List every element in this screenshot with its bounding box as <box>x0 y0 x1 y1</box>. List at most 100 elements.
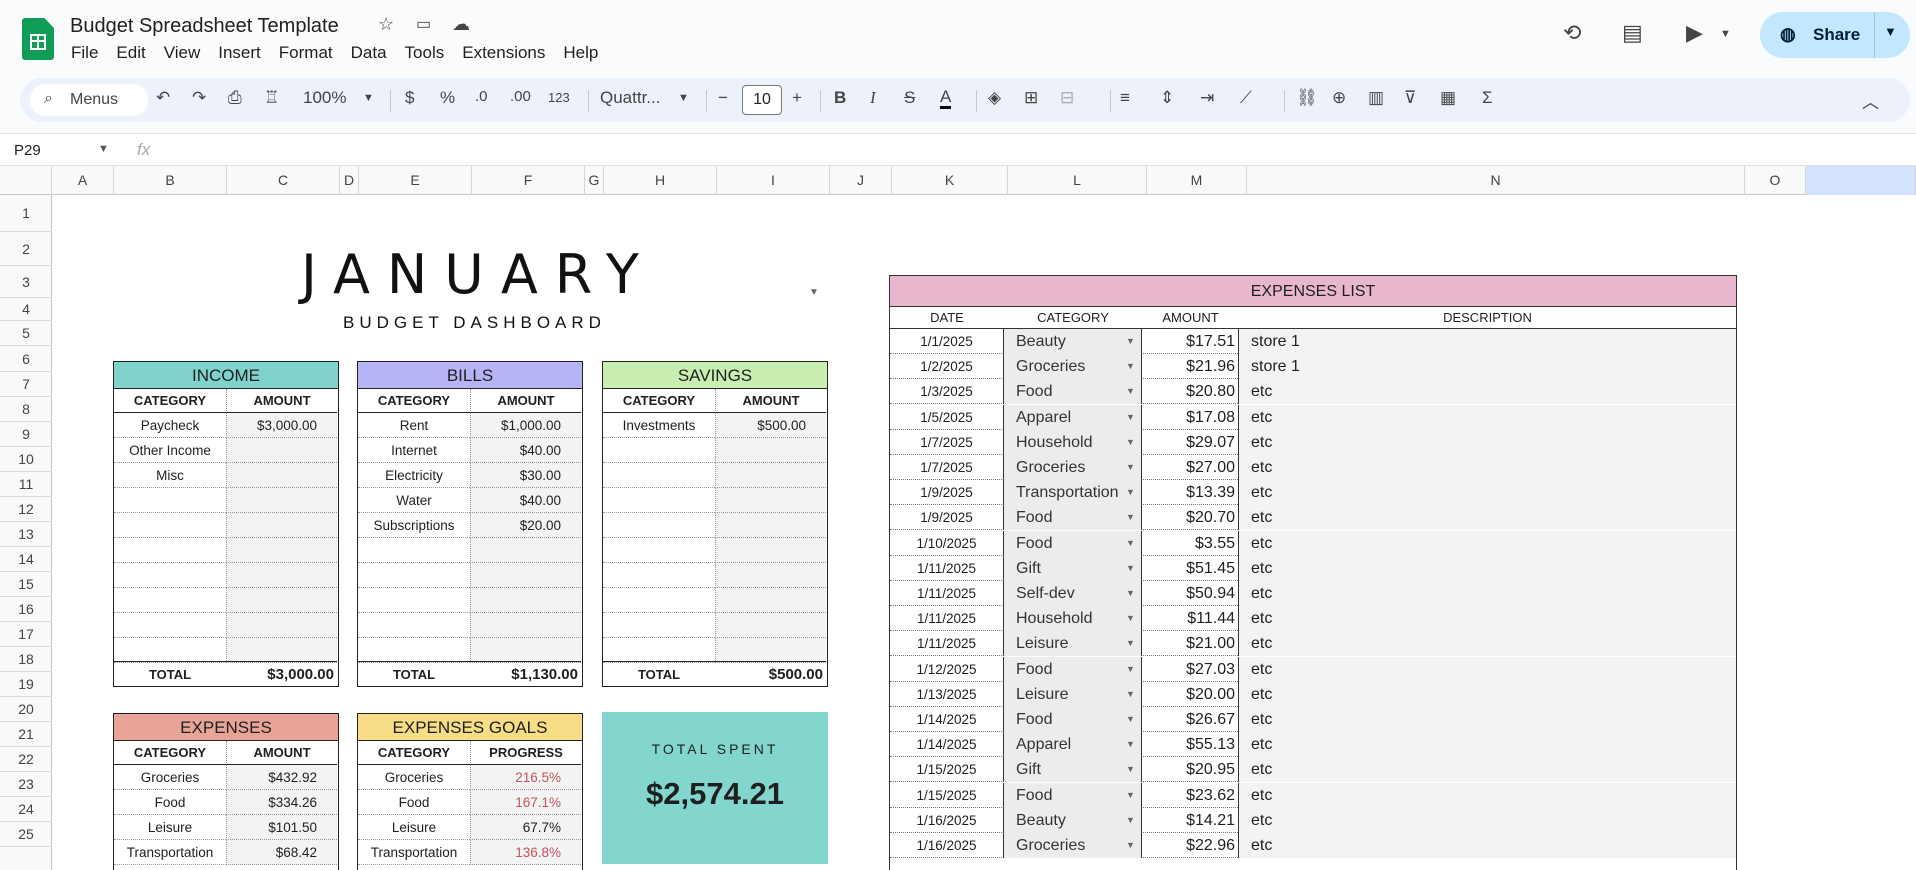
share-dropdown-icon[interactable]: ▼ <box>1884 24 1897 39</box>
expense-date[interactable]: 1/12/2025 <box>890 656 1004 682</box>
row-header-10[interactable]: 10 <box>0 447 52 472</box>
expense-amount[interactable]: $27.03 <box>1142 656 1239 682</box>
redo-icon[interactable]: ↷ <box>192 88 206 108</box>
menu-extensions[interactable]: Extensions <box>453 43 554 63</box>
expense-date[interactable]: 1/11/2025 <box>890 555 1004 581</box>
chevron-down-icon[interactable]: ▼ <box>1126 732 1138 757</box>
column-header-k[interactable]: K <box>892 166 1008 195</box>
more-formats-button[interactable]: 123 <box>548 90 570 105</box>
income-row-value[interactable] <box>226 513 337 538</box>
income-row-category[interactable] <box>114 538 226 563</box>
row-header-18[interactable]: 18 <box>0 647 52 672</box>
expense-date[interactable]: 1/11/2025 <box>890 631 1004 657</box>
expense-description[interactable]: etc <box>1239 656 1736 682</box>
expense-amount[interactable]: $20.00 <box>1142 681 1239 707</box>
expense-description[interactable]: etc <box>1239 379 1736 405</box>
savings-row-category[interactable] <box>603 563 715 588</box>
expense-amount[interactable]: $17.08 <box>1142 404 1239 430</box>
expense-category-select[interactable]: Apparel <box>1004 732 1142 758</box>
row-header-22[interactable]: 22 <box>0 747 52 772</box>
chevron-down-icon[interactable]: ▼ <box>1126 833 1138 858</box>
font-dropdown-icon[interactable]: ▼ <box>678 92 689 104</box>
chevron-down-icon[interactable]: ▼ <box>1126 354 1138 379</box>
bills-row-category[interactable] <box>358 638 470 663</box>
savings-row-value[interactable] <box>715 588 826 613</box>
share-button[interactable]: ◍ Share ▼ <box>1760 12 1910 58</box>
expense-category-select[interactable]: Leisure <box>1004 631 1142 657</box>
filter-views-icon[interactable]: ▦ <box>1440 88 1456 108</box>
expense-date[interactable]: 1/11/2025 <box>890 581 1004 606</box>
expense-date[interactable]: 1/11/2025 <box>890 606 1004 632</box>
row-header-14[interactable]: 14 <box>0 547 52 572</box>
income-row-category[interactable]: Other Income <box>114 438 226 463</box>
expense-category-select[interactable]: Food <box>1004 782 1142 808</box>
column-header-o[interactable]: O <box>1745 166 1806 195</box>
undo-icon[interactable]: ↶ <box>156 88 170 108</box>
expense-description[interactable]: etc <box>1239 555 1736 581</box>
expense-description[interactable]: etc <box>1239 707 1736 732</box>
expense-category-select[interactable]: Household <box>1004 429 1142 455</box>
percent-format-button[interactable]: % <box>440 88 455 108</box>
expense-description[interactable]: etc <box>1239 782 1736 808</box>
expenses-row-value[interactable]: $334.26 <box>226 790 337 815</box>
column-header-h[interactable]: H <box>604 166 717 195</box>
document-title[interactable]: Budget Spreadsheet Template <box>70 15 339 38</box>
star-icon[interactable]: ☆ <box>378 14 394 35</box>
expense-category-select[interactable]: Gift <box>1004 555 1142 581</box>
expense-date[interactable]: 1/5/2025 <box>890 404 1004 430</box>
chevron-down-icon[interactable]: ▼ <box>1126 657 1138 682</box>
expense-date[interactable]: 1/15/2025 <box>890 782 1004 808</box>
bills-row-value[interactable]: $40.00 <box>470 438 581 463</box>
chevron-down-icon[interactable]: ▼ <box>1126 531 1138 556</box>
chevron-down-icon[interactable]: ▼ <box>1126 405 1138 430</box>
italic-icon[interactable]: I <box>870 88 876 108</box>
expense-date[interactable]: 1/16/2025 <box>890 807 1004 833</box>
column-header-a[interactable]: A <box>52 166 114 195</box>
merge-cells-icon[interactable]: ⊟ <box>1060 88 1074 108</box>
bills-row-category[interactable]: Electricity <box>358 463 470 488</box>
expenses-row-value[interactable]: $68.42 <box>226 840 337 865</box>
zoom-select[interactable]: 100% <box>303 88 346 108</box>
row-header-17[interactable]: 17 <box>0 622 52 647</box>
row-header-20[interactable]: 20 <box>0 697 52 722</box>
menu-insert[interactable]: Insert <box>209 43 270 63</box>
expenses-row-category[interactable]: Transportation <box>114 840 226 865</box>
expenses-row-category[interactable]: Groceries <box>114 765 226 790</box>
insert-comment-icon[interactable]: ⊕ <box>1332 88 1346 108</box>
chevron-down-icon[interactable]: ▼ <box>1126 379 1138 404</box>
comments-icon[interactable]: ▤ <box>1622 20 1643 46</box>
column-header-f[interactable]: F <box>472 166 585 195</box>
savings-row-value[interactable]: $500.00 <box>715 413 826 438</box>
name-box[interactable]: P29 <box>14 142 41 159</box>
expense-amount[interactable]: $21.96 <box>1142 354 1239 380</box>
expense-category-select[interactable]: Groceries <box>1004 833 1142 858</box>
search-menus[interactable]: ⌕ Menus <box>30 84 148 116</box>
expense-category-select[interactable]: Apparel <box>1004 404 1142 430</box>
increase-decimal-button[interactable]: .00 <box>510 88 531 105</box>
bills-row-category[interactable] <box>358 563 470 588</box>
income-row-category[interactable] <box>114 588 226 613</box>
chevron-down-icon[interactable]: ▼ <box>1126 556 1138 581</box>
expense-description[interactable]: store 1 <box>1239 329 1736 354</box>
expense-date[interactable]: 1/15/2025 <box>890 757 1004 783</box>
row-header-6[interactable]: 6 <box>0 346 52 372</box>
savings-row-value[interactable] <box>715 563 826 588</box>
bills-row-category[interactable]: Subscriptions <box>358 513 470 538</box>
bills-row-value[interactable]: $20.00 <box>470 513 581 538</box>
expense-category-select[interactable]: Food <box>1004 379 1142 405</box>
income-row-value[interactable] <box>226 538 337 563</box>
expense-date[interactable]: 1/2/2025 <box>890 354 1004 380</box>
bold-icon[interactable]: B <box>834 88 846 108</box>
font-select[interactable]: Quattr... <box>600 88 660 108</box>
expense-description[interactable]: etc <box>1239 757 1736 783</box>
column-header-j[interactable]: J <box>830 166 892 195</box>
column-header-l[interactable]: L <box>1008 166 1147 195</box>
goals-row-category[interactable]: Transportation <box>358 840 470 865</box>
expense-date[interactable]: 1/7/2025 <box>890 429 1004 455</box>
chevron-down-icon[interactable]: ▼ <box>1126 808 1138 833</box>
expense-description[interactable]: etc <box>1239 807 1736 833</box>
name-box-dropdown-icon[interactable]: ▼ <box>98 143 109 155</box>
chevron-down-icon[interactable]: ▼ <box>1126 430 1138 455</box>
bills-row-category[interactable]: Internet <box>358 438 470 463</box>
row-header-12[interactable]: 12 <box>0 497 52 522</box>
